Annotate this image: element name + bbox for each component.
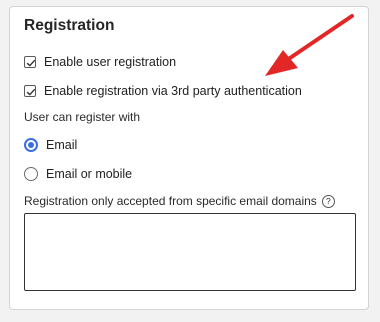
radio-option-email[interactable]: Email: [24, 138, 77, 152]
domains-label-text: Registration only accepted from specific…: [24, 194, 317, 208]
enable-user-registration-option[interactable]: Enable user registration: [24, 55, 176, 69]
enable-user-registration-label: Enable user registration: [44, 55, 177, 69]
domains-field-label: Registration only accepted from specific…: [24, 194, 335, 208]
email-radio[interactable]: [24, 138, 38, 152]
enable-third-party-label: Enable registration via 3rd party authen…: [44, 84, 302, 98]
email-or-mobile-radio[interactable]: [24, 167, 38, 181]
checkmark-icon: [26, 59, 36, 67]
enable-third-party-checkbox[interactable]: [24, 85, 36, 97]
email-or-mobile-radio-label: Email or mobile: [46, 167, 133, 181]
checkmark-icon: [26, 88, 36, 96]
email-domains-input[interactable]: [24, 213, 356, 291]
registration-panel: Registration Enable user registration En…: [9, 6, 369, 310]
email-radio-label: Email: [46, 138, 78, 152]
register-with-label: User can register with: [24, 110, 141, 124]
enable-user-registration-checkbox[interactable]: [24, 56, 36, 68]
radio-option-email-or-mobile[interactable]: Email or mobile: [24, 167, 132, 181]
question-circle-icon[interactable]: ?: [321, 195, 335, 208]
panel-title: Registration: [24, 17, 115, 34]
enable-third-party-option[interactable]: Enable registration via 3rd party authen…: [24, 84, 302, 98]
